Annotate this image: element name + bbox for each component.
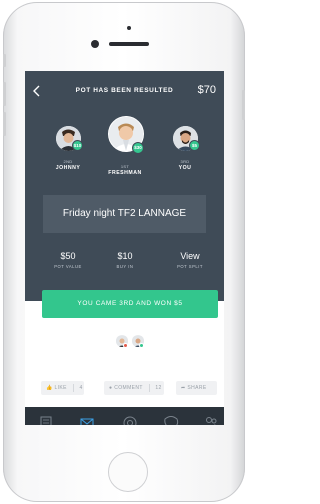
front-camera: [91, 40, 99, 48]
player-third[interactable]: $5: [173, 126, 200, 151]
document-icon[interactable]: [36, 413, 56, 425]
view-pot-split-link[interactable]: View: [165, 251, 215, 261]
comment-count: 12: [155, 385, 162, 391]
status-dot: [139, 343, 144, 348]
chat-icon[interactable]: [161, 413, 181, 425]
mail-icon[interactable]: [77, 413, 97, 425]
divider: [148, 383, 150, 392]
like-icon: 👍: [46, 385, 53, 391]
status-dot: [123, 343, 128, 348]
share-label: SHARE: [187, 385, 207, 391]
comment-icon: ●: [109, 385, 113, 391]
comment-button[interactable]: ● COMMENT 12: [104, 381, 164, 395]
pot-name: Friday night TF2 LANNAGE: [43, 195, 206, 233]
pot-total-amount: $70: [197, 84, 216, 96]
winnings-badge: $5: [189, 140, 200, 151]
winnings-badge: $30: [132, 142, 144, 154]
comment-label: COMMENT: [114, 385, 143, 391]
home-button[interactable]: [108, 452, 148, 492]
share-button[interactable]: ➦ SHARE: [176, 381, 217, 395]
earpiece-speaker: [109, 42, 149, 46]
pot-split-label: POT SPLIT: [177, 264, 203, 269]
power-button: [242, 90, 245, 120]
result-header-panel: POT HAS BEEN RESULTED $70 $10 2ND JOHNNY: [25, 71, 224, 301]
app-screen: POT HAS BEEN RESULTED $70 $10 2ND JOHNNY: [25, 71, 224, 425]
player-second[interactable]: $10: [56, 126, 83, 151]
player-first[interactable]: $30: [108, 116, 144, 154]
result-button[interactable]: YOU CAME 3RD AND WON $5: [42, 290, 218, 318]
player-name: YOU: [178, 165, 192, 171]
tab-bar: [25, 407, 224, 425]
people-icon[interactable]: [201, 413, 221, 425]
settings-icon[interactable]: [120, 413, 140, 425]
buy-in-value: $10: [117, 251, 133, 261]
buy-in-label: BUY IN: [116, 264, 134, 269]
mute-switch: [3, 54, 6, 67]
share-icon: ➦: [181, 385, 186, 391]
proximity-sensor: [127, 26, 131, 30]
rank-label: 2ND: [63, 159, 73, 164]
winnings-badge: $10: [72, 140, 83, 151]
like-button[interactable]: 👍 LIKE 4: [41, 381, 84, 395]
pot-value-label: POT VALUE: [54, 264, 82, 269]
page-title: POT HAS BEEN RESULTED: [75, 87, 174, 94]
volume-up-button: [3, 82, 6, 106]
rank-label: 1ST: [120, 164, 130, 169]
player-name: JOHNNY: [55, 165, 81, 171]
volume-down-button: [3, 112, 6, 136]
divider: [72, 383, 74, 392]
like-label: LIKE: [54, 385, 67, 391]
player-name: FRESHMAN: [108, 170, 142, 176]
rank-label: 3RD: [180, 159, 190, 164]
pot-value: $50: [60, 251, 76, 261]
like-count: 4: [79, 385, 83, 391]
